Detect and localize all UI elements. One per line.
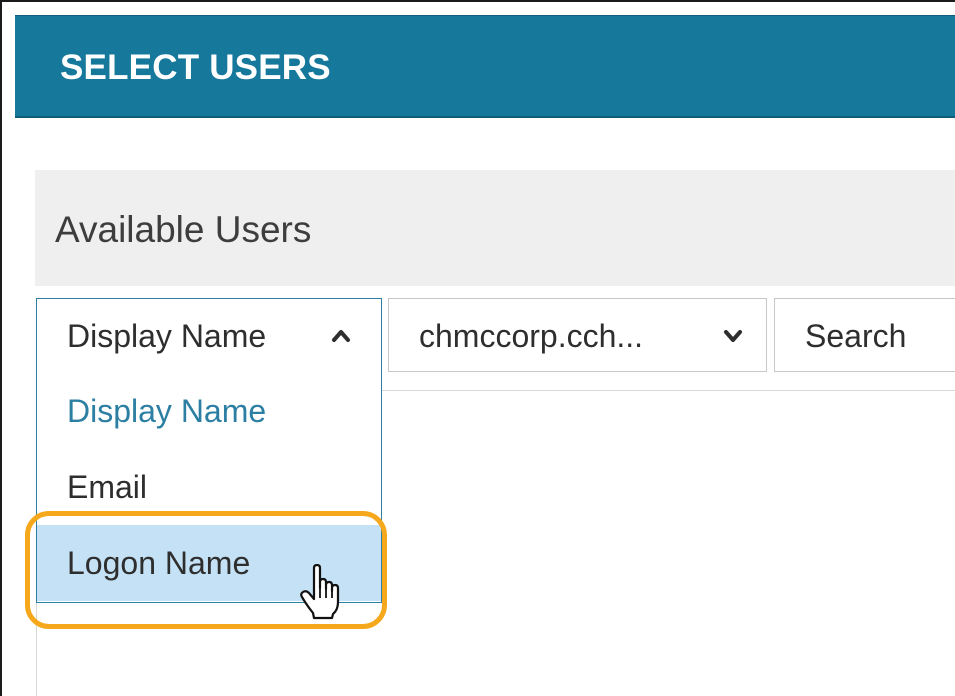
hand-pointer-icon bbox=[300, 564, 340, 620]
sort-by-dropdown[interactable]: Display Name bbox=[36, 298, 382, 372]
search-input[interactable]: Search bbox=[774, 298, 955, 372]
search-placeholder: Search bbox=[805, 318, 907, 354]
dialog-title: SELECT USERS bbox=[60, 48, 331, 87]
dialog-header: SELECT USERS bbox=[15, 15, 955, 118]
sort-by-value: Display Name bbox=[67, 318, 267, 354]
sort-option-display-name[interactable]: Display Name bbox=[37, 373, 381, 449]
domain-value: chmccorp.cch... bbox=[419, 318, 644, 354]
chevron-up-icon[interactable] bbox=[331, 326, 351, 346]
available-users-title: Available Users bbox=[55, 209, 312, 250]
domain-dropdown[interactable]: chmccorp.cch... bbox=[388, 298, 767, 372]
chevron-down-icon[interactable] bbox=[723, 326, 743, 346]
